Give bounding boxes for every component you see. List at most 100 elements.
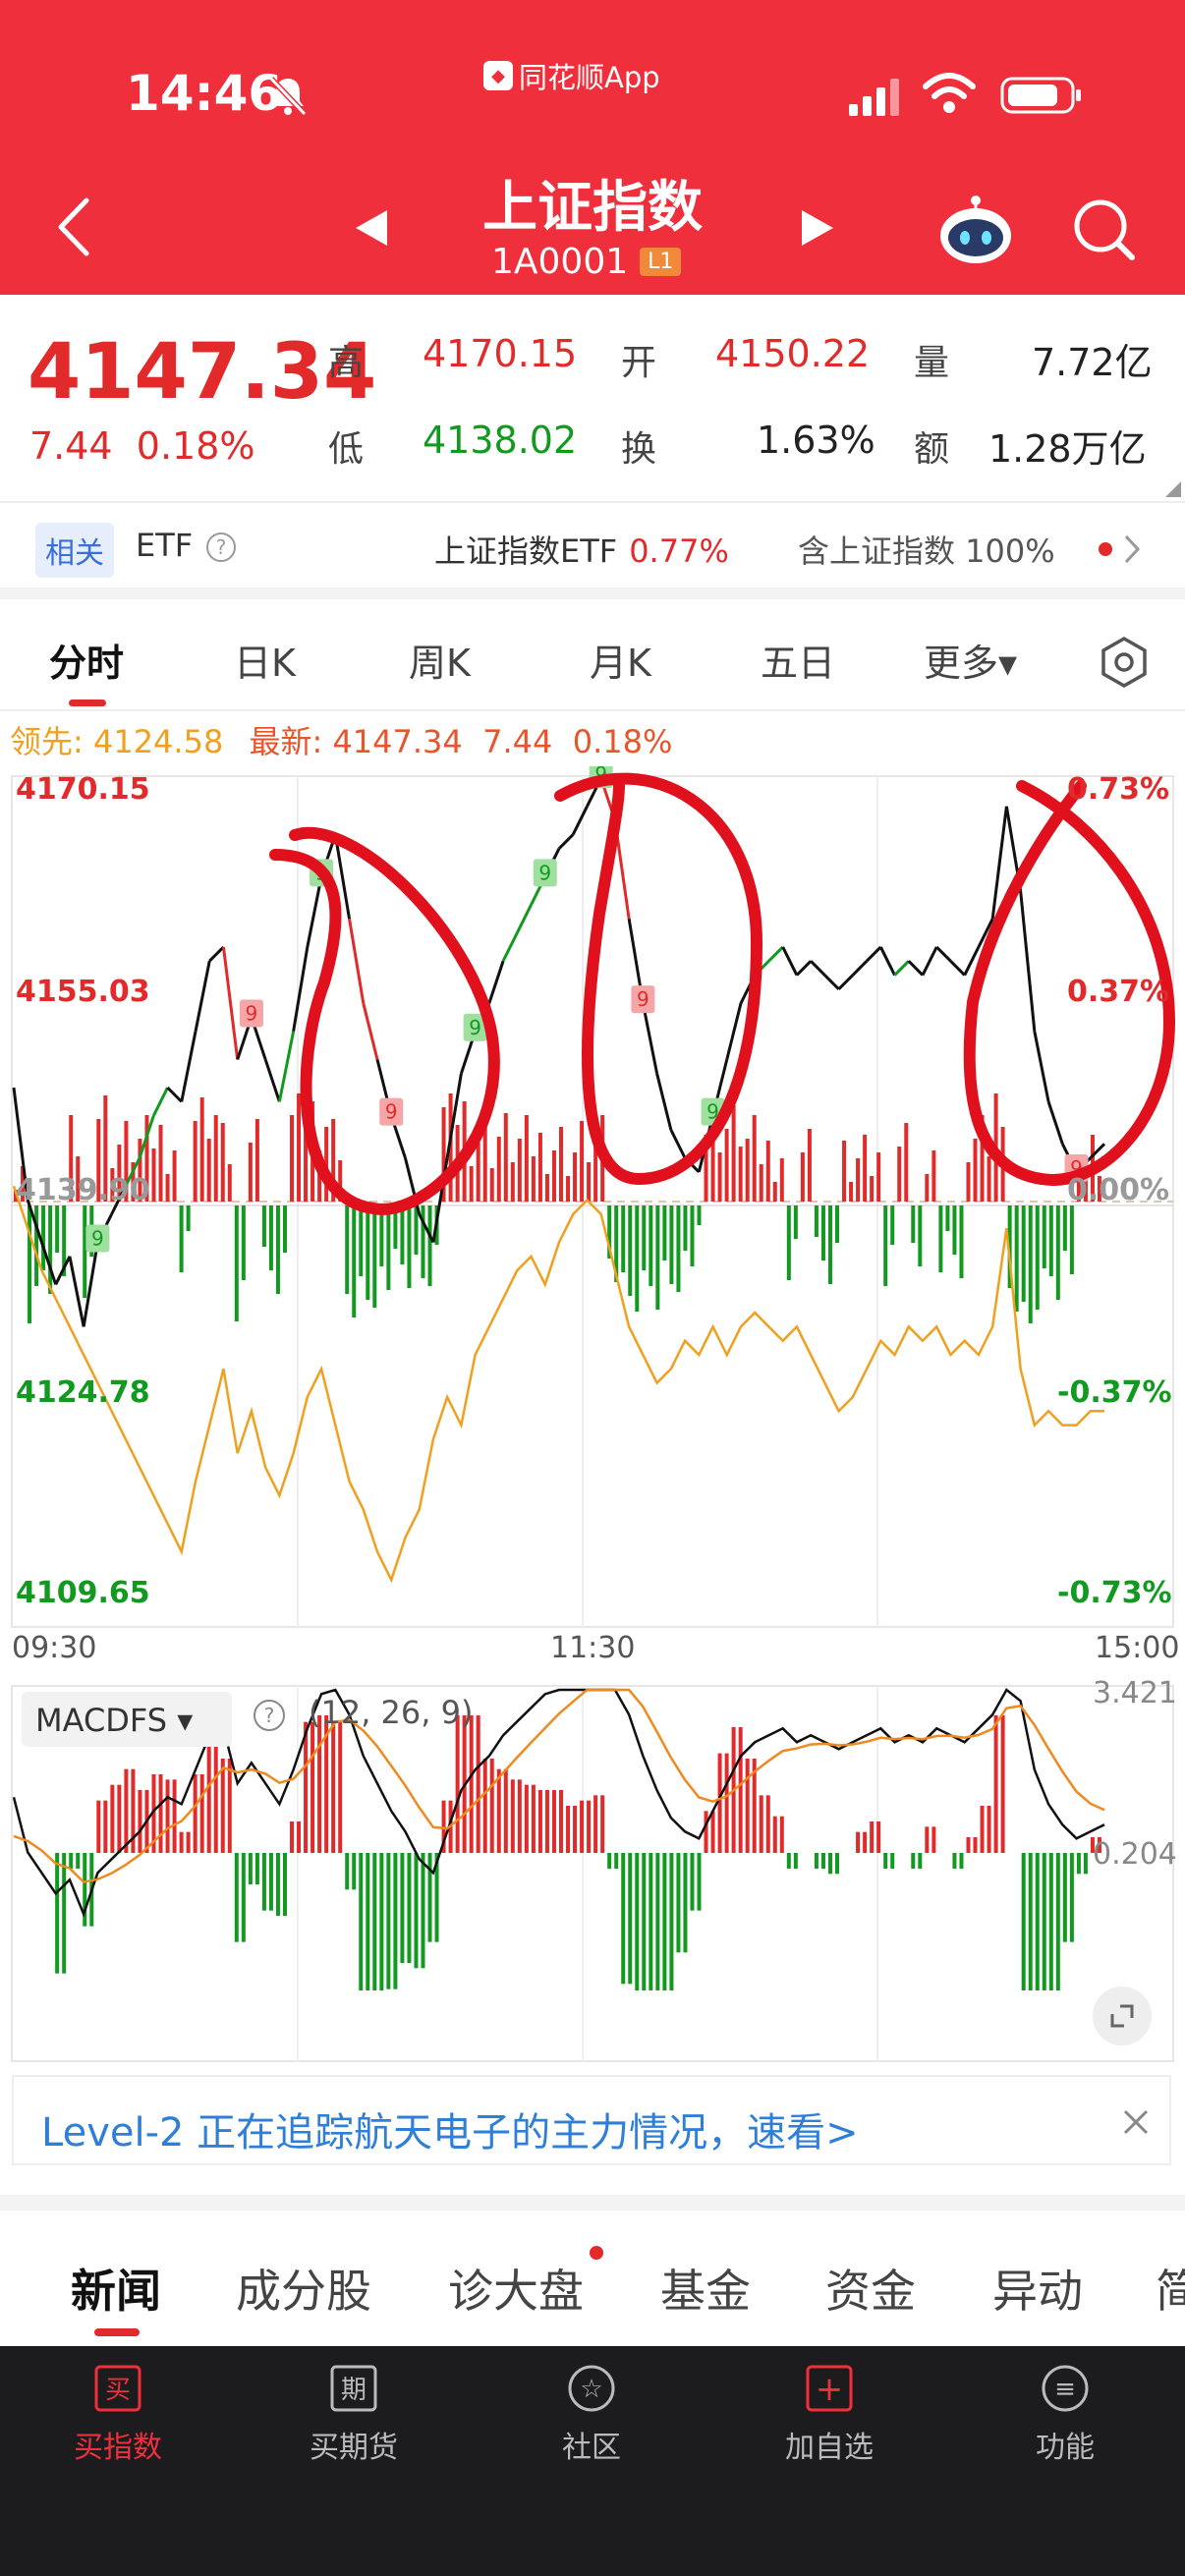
expand-corner-icon[interactable] bbox=[1165, 481, 1181, 497]
amount-label: 额 bbox=[914, 429, 950, 470]
macd-bar-up bbox=[124, 1768, 129, 1853]
next-index-icon[interactable] bbox=[798, 206, 837, 250]
volume-bar-down bbox=[179, 1205, 184, 1272]
svg-text:?: ? bbox=[264, 1704, 275, 1727]
tab-components[interactable]: 成分股 bbox=[236, 2256, 371, 2321]
level-tag: L1 bbox=[640, 248, 682, 276]
price-line-segment bbox=[194, 960, 211, 1033]
volume-bar-up bbox=[158, 1125, 163, 1202]
tab-capital[interactable]: 资金 bbox=[825, 2256, 916, 2321]
status-time: 14:46 bbox=[126, 65, 283, 122]
macd-bar-up bbox=[580, 1800, 585, 1853]
chevron-right-icon[interactable] bbox=[1120, 532, 1144, 566]
price-line-segment bbox=[810, 960, 826, 977]
intraday-chart[interactable]: 9999999999 bbox=[0, 766, 1185, 2073]
price-line-segment bbox=[263, 1058, 281, 1102]
tab-diagnose[interactable]: 诊大盘 bbox=[448, 2256, 584, 2321]
y-label-top-right: 0.73% bbox=[1067, 772, 1170, 807]
tab-monthly-k[interactable]: 月K bbox=[590, 633, 651, 687]
quote-panel: 4147.34 7.44 0.18% 高 4170.15 低 4138.02 开… bbox=[0, 295, 1185, 501]
macd-bar-up bbox=[338, 1721, 343, 1853]
settings-hexagon-icon[interactable] bbox=[1097, 635, 1152, 690]
macd-bar-up bbox=[876, 1821, 881, 1853]
macd-bar-up bbox=[158, 1774, 163, 1853]
macd-indicator-select[interactable]: MACDFS ▾ bbox=[22, 1692, 232, 1747]
volume-bar-down bbox=[669, 1205, 674, 1284]
volume-bar-up bbox=[524, 1115, 529, 1202]
tab-brief[interactable]: 简 bbox=[1156, 2256, 1185, 2321]
tab-news[interactable]: 新闻 bbox=[71, 2256, 161, 2321]
volume-bar-up bbox=[248, 1143, 253, 1202]
macd-bar-down bbox=[918, 1853, 923, 1869]
macd-bar-down bbox=[690, 1853, 695, 1911]
volume-bar-up bbox=[469, 1166, 474, 1202]
volume-bar-down bbox=[359, 1205, 364, 1276]
fullscreen-expand-icon[interactable] bbox=[1091, 1985, 1154, 2047]
close-icon[interactable] bbox=[1120, 2106, 1152, 2138]
macd-bar-down bbox=[793, 1853, 798, 1869]
nav-buy-index[interactable]: 买 买指数 bbox=[39, 2364, 197, 2466]
volume-bar-down bbox=[635, 1205, 640, 1312]
volume-bar-down bbox=[48, 1205, 53, 1294]
nav-functions[interactable]: ≡ 功能 bbox=[987, 2364, 1144, 2466]
macd-bar-up bbox=[966, 1837, 971, 1853]
macd-bar-up bbox=[587, 1800, 592, 1853]
volume-bar-down bbox=[275, 1205, 280, 1294]
hand-drawn-circle-annotation bbox=[554, 772, 763, 1186]
macd-help-icon[interactable]: ? bbox=[252, 1698, 287, 1733]
nine-count-label: 9 bbox=[385, 1100, 398, 1124]
ai-robot-icon[interactable] bbox=[935, 193, 1016, 265]
macd-bar-down bbox=[400, 1853, 405, 1963]
tab-intraday[interactable]: 分时 bbox=[49, 633, 124, 687]
nine-count-label: 9 bbox=[637, 987, 649, 1011]
macd-bar-down bbox=[649, 1853, 653, 1990]
macd-bar-down bbox=[614, 1853, 619, 1869]
tab-funds[interactable]: 基金 bbox=[660, 2256, 751, 2321]
macd-bar-up bbox=[531, 1784, 536, 1853]
source-app[interactable]: ◆ 同花顺App bbox=[483, 55, 660, 96]
tab-more[interactable]: 更多▾ bbox=[924, 633, 1017, 687]
volume-bar-down bbox=[814, 1205, 818, 1237]
community-star-icon: ☆ bbox=[568, 2365, 615, 2412]
futures-icon: 期 bbox=[330, 2365, 377, 2412]
notification-dot bbox=[590, 2246, 603, 2260]
volume-bar-down bbox=[883, 1205, 888, 1286]
nav-buy-futures[interactable]: 期 买期货 bbox=[275, 2364, 432, 2466]
open-value: 4150.22 bbox=[715, 332, 871, 375]
related-etf-row[interactable]: 相关 ETF ? 上证指数ETF 0.77% 含上证指数 100% bbox=[0, 503, 1185, 588]
macd-bar-up bbox=[765, 1795, 770, 1853]
nav-community[interactable]: ☆ 社区 bbox=[513, 2364, 670, 2466]
tab-anomaly[interactable]: 异动 bbox=[992, 2256, 1083, 2321]
level2-banner[interactable]: Level-2 正在追踪航天电子的主力情况，速看> bbox=[12, 2075, 1171, 2165]
tab-weekly-k[interactable]: 周K bbox=[409, 633, 471, 687]
y-label-mid-left: 4139.90 bbox=[16, 1173, 150, 1207]
volume-bar-down bbox=[835, 1205, 840, 1243]
macd-bar-up bbox=[710, 1811, 715, 1853]
help-icon[interactable]: ? bbox=[204, 531, 238, 564]
macd-bar-down bbox=[890, 1853, 895, 1869]
macd-bar-up bbox=[566, 1806, 571, 1853]
volume-bar-down bbox=[820, 1205, 825, 1260]
tab-daily-k[interactable]: 日K bbox=[234, 633, 296, 687]
macd-bar-down bbox=[607, 1853, 612, 1869]
nav-add-watchlist[interactable]: + 加自选 bbox=[751, 2364, 908, 2466]
price-line-segment bbox=[557, 833, 575, 850]
search-icon[interactable] bbox=[1071, 196, 1136, 261]
macd-bar-down bbox=[234, 1853, 239, 1942]
tab-five-day[interactable]: 五日 bbox=[761, 633, 835, 687]
app-header: 14:46 ◆ 同花顺App 上证指数 1A0001 L1 bbox=[0, 0, 1185, 295]
macd-bar-up bbox=[931, 1826, 936, 1853]
cellular-signal-icon bbox=[849, 79, 899, 116]
etf-fund: 上证指数ETF 0.77% bbox=[434, 532, 729, 570]
y-label-bottom-right: -0.73% bbox=[1057, 1576, 1172, 1610]
volume-bar-down bbox=[938, 1205, 943, 1272]
macd-bar-up bbox=[772, 1816, 777, 1853]
volume-bar-down bbox=[400, 1205, 405, 1264]
lead-legend: 领先: 4124.58 bbox=[10, 723, 224, 760]
banner-text[interactable]: Level-2 正在追踪航天电子的主力情况，速看> bbox=[41, 2100, 859, 2157]
volume-bar-down bbox=[649, 1205, 653, 1286]
volume-bar-up bbox=[580, 1121, 585, 1202]
volume-bar-up bbox=[925, 1174, 930, 1202]
macd-bar-up bbox=[980, 1806, 985, 1853]
volume-bar-up bbox=[503, 1113, 508, 1202]
